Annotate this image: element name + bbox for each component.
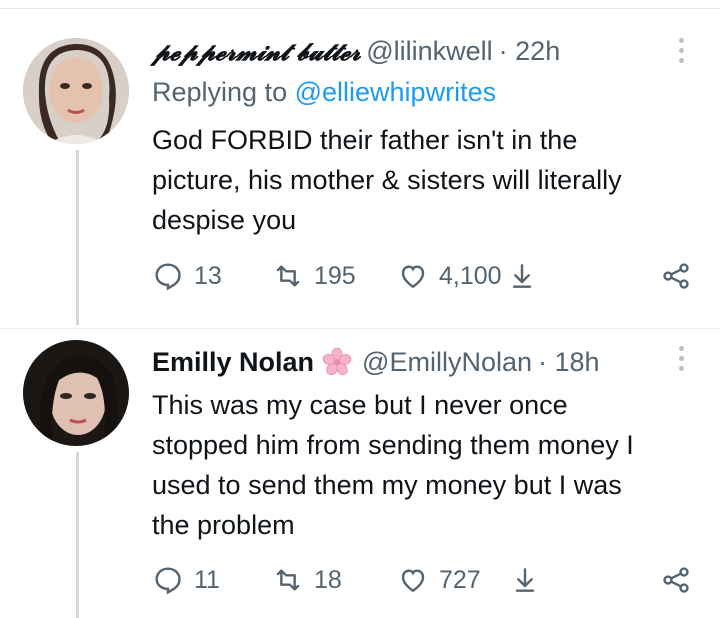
like-count: 4,100 <box>439 261 502 290</box>
tweet-text-line: used to send them my money but I was <box>152 470 622 500</box>
handle[interactable]: @EmillyNolan <box>362 347 532 378</box>
display-name[interactable]: Emilly Nolan <box>152 347 314 378</box>
avatar[interactable] <box>23 340 129 446</box>
heart-icon <box>401 265 425 289</box>
thread-line <box>76 452 79 618</box>
handle[interactable]: @lilinkwell <box>366 36 492 67</box>
reply-icon <box>155 263 181 291</box>
download-icon[interactable] <box>506 260 538 292</box>
heart-icon <box>401 569 425 593</box>
tweet-text: This was my case but I never once stoppe… <box>152 385 700 545</box>
tweet-actions: 13 195 4,100 <box>152 256 692 296</box>
reply-icon <box>155 567 181 595</box>
replying-to-link[interactable]: @elliewhipwrites <box>295 77 496 107</box>
timestamp[interactable]: · 18h <box>538 347 600 378</box>
download-icon[interactable] <box>509 564 541 596</box>
more-options-icon[interactable] <box>679 38 687 68</box>
tweet-divider <box>0 328 720 329</box>
tweet-text-line: stopped him from sending them money I <box>152 430 634 460</box>
tweet-header: 𝓹𝓮𝓹𝓹𝓮𝓻𝓶𝓲𝓷𝓽 𝓫𝓾𝓽𝓽𝓮𝓻 @lilinkwell · 22h <box>152 33 560 69</box>
like-count: 727 <box>439 565 481 594</box>
tweet-text-line: God FORBID their father isn't in the <box>152 125 578 155</box>
avatar[interactable] <box>23 38 129 144</box>
share-icon <box>663 567 689 593</box>
share-icon <box>663 263 689 289</box>
replying-prefix: Replying to <box>152 77 288 107</box>
reply-button[interactable]: 13 <box>152 260 272 292</box>
like-button[interactable]: 727 <box>397 564 632 596</box>
tweet-header: Emilly Nolan @EmillyNolan · 18h <box>152 344 600 380</box>
tweet-text-line: despise you <box>152 205 297 235</box>
retweet-icon <box>276 265 300 287</box>
tweet-text-line: This was my case but I never once <box>152 390 568 420</box>
retweet-count: 18 <box>314 565 342 594</box>
tweet-text: God FORBID their father isn't in the pic… <box>152 120 700 240</box>
like-button[interactable]: 4,100 <box>397 260 632 292</box>
tweet-text-line: the problem <box>152 510 295 540</box>
tweet-text-line: picture, his mother & sisters will liter… <box>152 165 622 195</box>
timestamp[interactable]: · 22h <box>499 36 561 67</box>
reply-button[interactable]: 11 <box>152 564 272 596</box>
display-name[interactable]: 𝓹𝓮𝓹𝓹𝓮𝓻𝓶𝓲𝓷𝓽 𝓫𝓾𝓽𝓽𝓮𝓻 <box>152 37 361 66</box>
reply-count: 13 <box>194 261 222 290</box>
share-button[interactable] <box>660 260 692 292</box>
more-options-icon[interactable] <box>679 346 687 376</box>
retweet-icon <box>276 569 300 591</box>
retweet-count: 195 <box>314 261 356 290</box>
replying-to: Replying to @elliewhipwrites <box>152 77 496 108</box>
retweet-button[interactable]: 195 <box>272 260 397 292</box>
share-button[interactable] <box>660 564 692 596</box>
tweet-actions: 11 18 727 <box>152 560 692 600</box>
cherry-blossom-icon <box>322 347 352 376</box>
retweet-button[interactable]: 18 <box>272 564 397 596</box>
top-divider <box>0 8 720 9</box>
reply-count: 11 <box>194 565 220 594</box>
thread-line <box>76 150 79 325</box>
